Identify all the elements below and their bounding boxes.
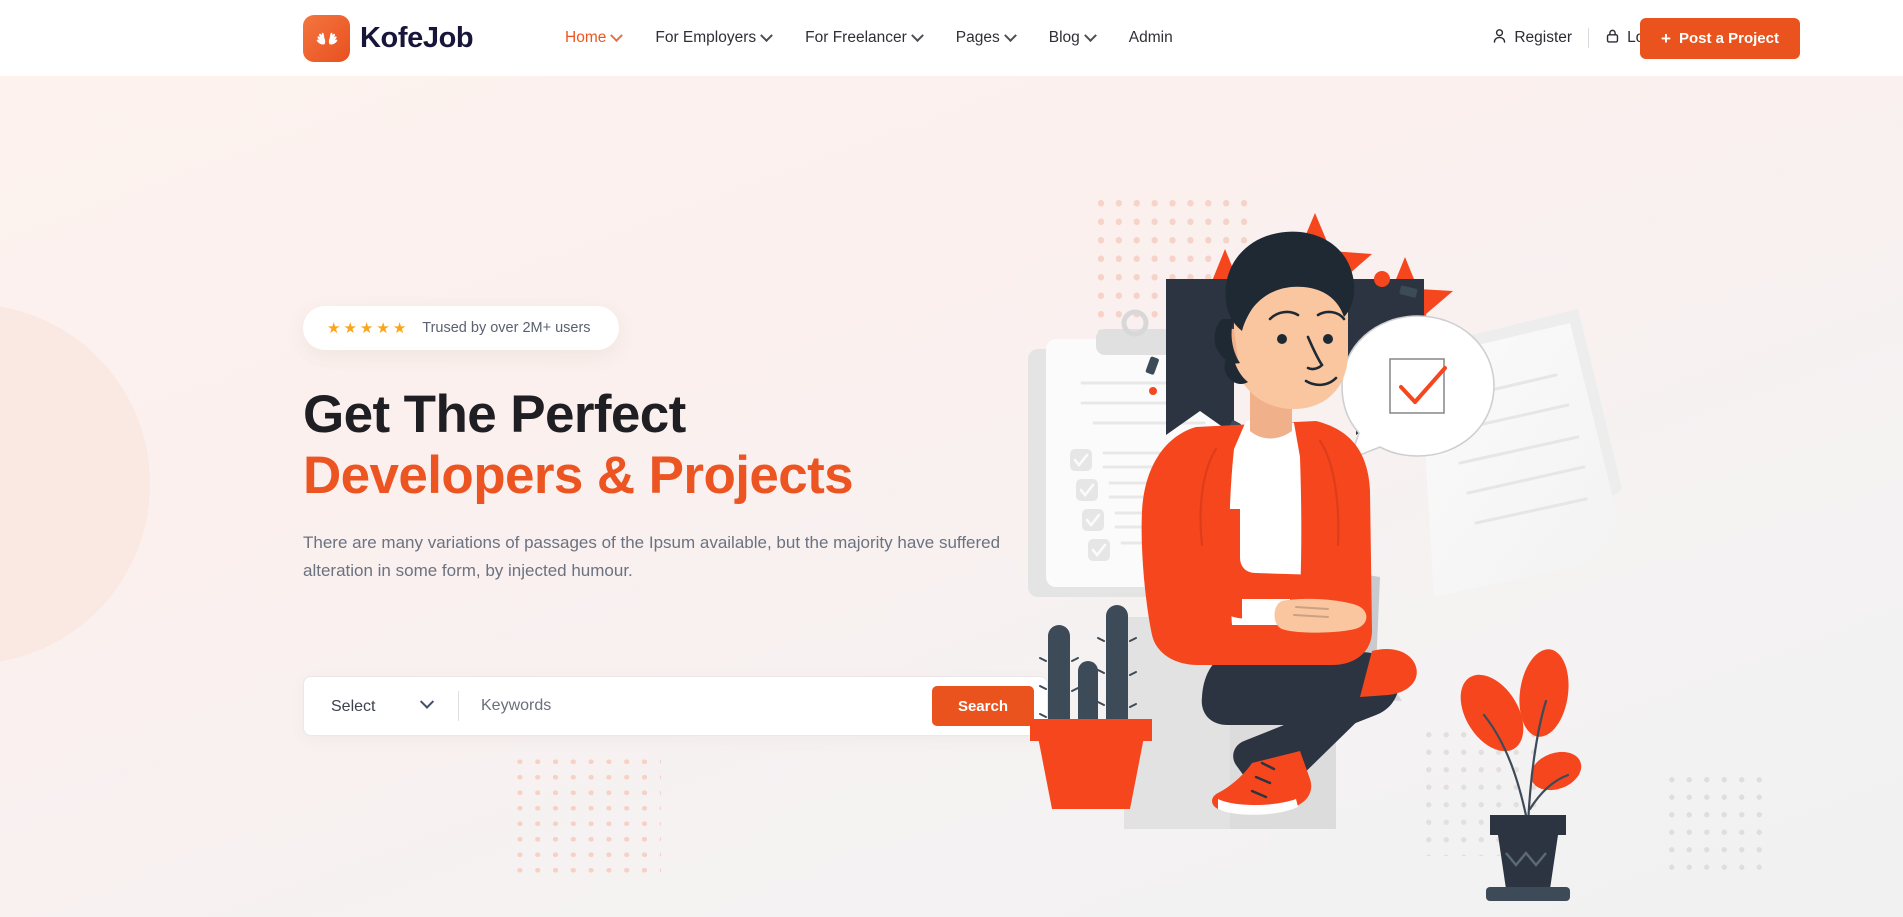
nav-item-label: For Employers <box>655 29 757 46</box>
hero-title: Get The Perfect Developers & Projects <box>303 384 1063 507</box>
nav-item-home[interactable]: Home <box>548 28 638 47</box>
leaf-plant <box>1460 649 1582 901</box>
nav-item-label: Home <box>565 29 607 46</box>
nav-item-label: For Freelancer <box>805 29 907 46</box>
hero-illustration <box>1020 101 1780 901</box>
post-a-project-label: Post a Project <box>1678 29 1779 47</box>
nav-item-label: Pages <box>955 29 1000 46</box>
trust-badge-text: Trused by over 2M+ users <box>422 320 591 336</box>
hero-search-bar: Select Search <box>303 676 1048 736</box>
star-icon: ★ <box>376 319 390 337</box>
hands-star-logo-icon <box>303 14 350 62</box>
nav-item-label: Admin <box>1128 29 1173 46</box>
brand-name: KofeJob <box>360 21 474 54</box>
nav-item-label: Blog <box>1048 29 1080 46</box>
chevron-down-icon <box>760 28 774 42</box>
user-icon <box>1492 28 1507 49</box>
chevron-down-icon <box>1003 28 1017 42</box>
nav-item-admin[interactable]: Admin <box>1112 29 1190 47</box>
star-icon: ★ <box>327 319 341 337</box>
plus-icon: + <box>1661 28 1671 48</box>
decorative-blob <box>0 304 150 664</box>
hero-section: ★ ★ ★ ★ ★ Trused by over 2M+ users Get T… <box>0 76 1903 917</box>
site-header: KofeJob Home For Employers For Freelance… <box>0 0 1903 76</box>
brand-logo-link[interactable]: KofeJob <box>303 14 474 62</box>
nav-item-for-employers[interactable]: For Employers <box>638 28 788 47</box>
register-link[interactable]: Register <box>1476 28 1588 49</box>
hero-subtitle: There are many variations of passages of… <box>303 532 1001 580</box>
search-button[interactable]: Search <box>931 686 1034 726</box>
star-icon: ★ <box>343 319 357 337</box>
chevron-down-icon <box>910 28 924 42</box>
hero-title-line-2: Developers & Projects <box>303 446 854 506</box>
chevron-down-icon <box>1083 28 1097 42</box>
trust-badge: ★ ★ ★ ★ ★ Trused by over 2M+ users <box>303 306 619 350</box>
decorative-dot-grid-left <box>511 754 661 879</box>
nav-item-pages[interactable]: Pages <box>939 28 1032 47</box>
star-icon: ★ <box>392 319 407 337</box>
register-label: Register <box>1514 29 1573 46</box>
chevron-down-icon <box>610 28 624 42</box>
star-icon: ★ <box>359 319 374 337</box>
hero-title-line-1: Get The Perfect <box>303 385 686 444</box>
keywords-input[interactable] <box>459 677 932 735</box>
nav-item-for-freelancer[interactable]: For Freelancer <box>788 28 939 47</box>
rating-stars: ★ ★ ★ ★ ★ <box>327 321 406 336</box>
hero-copy: ★ ★ ★ ★ ★ Trused by over 2M+ users Get T… <box>303 306 1063 584</box>
category-select[interactable]: Select <box>304 677 454 735</box>
primary-navigation: Home For Employers For Freelancer Pages … <box>548 28 1190 47</box>
approval-speech-bubble <box>1341 315 1495 461</box>
lock-icon <box>1605 28 1620 49</box>
nav-item-blog[interactable]: Blog <box>1032 28 1112 47</box>
post-a-project-button[interactable]: + Post a Project <box>1640 17 1800 59</box>
